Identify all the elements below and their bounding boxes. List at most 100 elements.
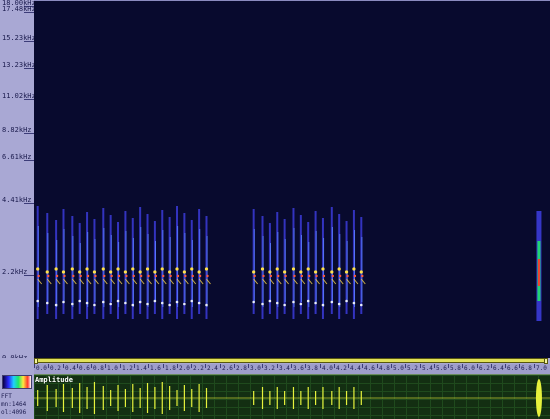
call-peak (260, 267, 265, 271)
call-harmonic (352, 301, 356, 305)
amplitude-panel[interactable]: Amplitude (34, 374, 550, 419)
call-harmonic (283, 303, 286, 307)
time-tick (48, 364, 49, 368)
time-label: 2.8 (236, 365, 247, 372)
time-tick (405, 364, 406, 368)
call-hot (322, 274, 326, 278)
time-tick (234, 364, 235, 368)
waveform-canvas (34, 379, 550, 417)
horizontal-scrollbar[interactable] (34, 358, 548, 364)
min-value: mn:1464 (1, 401, 27, 408)
call-peak (168, 270, 172, 274)
call-hot (191, 274, 194, 278)
time-label: 1.2 (122, 365, 133, 372)
time-label: 0.0 (36, 365, 47, 372)
time-label: 1.4 (136, 365, 147, 372)
call-hot (139, 274, 143, 278)
time-tick (77, 364, 78, 368)
time-tick (63, 364, 64, 368)
time-tick (177, 364, 178, 368)
call-hot (284, 274, 287, 278)
call-peak (204, 267, 209, 271)
call-harmonic (252, 300, 255, 304)
call-peak (283, 270, 287, 274)
call-hot (94, 274, 97, 278)
call-peak (160, 267, 164, 271)
time-tick (134, 364, 135, 368)
time-tick (277, 364, 278, 368)
time-label: 3.2 (264, 365, 275, 372)
call-hot (37, 274, 40, 278)
call-harmonic (116, 299, 120, 303)
frequency-tick (24, 133, 34, 134)
call-hot (269, 274, 273, 278)
time-tick (505, 364, 506, 368)
call-peak (138, 270, 142, 274)
time-tick (220, 364, 221, 368)
time-tick (362, 364, 363, 368)
call-peak (131, 267, 135, 271)
call-hot (361, 274, 364, 278)
time-tick (163, 364, 164, 368)
frequency-tick (24, 99, 34, 100)
call-peak (344, 270, 349, 274)
time-tick (377, 364, 378, 368)
time-label: 1.0 (107, 365, 118, 372)
call-peak (123, 270, 128, 274)
call-harmonic (175, 300, 179, 304)
frequency-tick (24, 160, 34, 161)
call-harmonic (93, 303, 96, 307)
color-palette-swatch[interactable] (2, 375, 32, 389)
call-peak (109, 270, 113, 274)
time-label: 6.0 (464, 365, 475, 372)
call-peak (197, 270, 201, 274)
time-label: 5.8 (450, 365, 461, 372)
call-harmonic (124, 301, 127, 305)
time-tick (34, 364, 35, 368)
time-tick (491, 364, 492, 368)
time-label: 6.8 (521, 365, 532, 372)
time-tick (105, 364, 106, 368)
time-label: 4.0 (322, 365, 333, 372)
call-hot (86, 274, 90, 278)
call-harmonic (190, 299, 194, 303)
call-harmonic (314, 301, 317, 305)
call-harmonic (146, 302, 149, 306)
call-peak (153, 270, 157, 274)
time-label: 5.2 (407, 365, 418, 372)
call-harmonic (197, 301, 201, 305)
call-hot (79, 274, 82, 278)
time-label: 0.8 (93, 365, 104, 372)
call-hot (63, 274, 66, 278)
call-harmonic (36, 299, 39, 303)
call-harmonic (292, 300, 295, 304)
call-peak (182, 270, 186, 274)
time-label: 2.0 (179, 365, 190, 372)
spectrogram-canvas (36, 206, 542, 321)
call-peak (145, 267, 150, 271)
time-label: 0.2 (50, 365, 61, 372)
call-harmonic (85, 301, 89, 305)
time-tick (120, 364, 121, 368)
time-label: 7.0 (536, 365, 547, 372)
call-peak (352, 267, 356, 271)
time-tick (305, 364, 306, 368)
call-hot (331, 274, 335, 278)
status-panel: FFT mn:1464 ol:4096 (0, 374, 34, 418)
call-peak (330, 270, 334, 274)
time-tick (477, 364, 478, 368)
fft-label: FFT (1, 393, 12, 400)
time-label: 1.6 (150, 365, 161, 372)
call-harmonic (337, 302, 341, 306)
time-label: 1.8 (165, 365, 176, 372)
call-peak (321, 267, 325, 271)
time-label: 4.2 (336, 365, 347, 372)
call-hot (198, 274, 202, 278)
time-label: 6.2 (479, 365, 490, 372)
spectrogram-view[interactable] (34, 0, 550, 359)
time-label: 3.0 (250, 365, 261, 372)
time-tick (291, 364, 292, 368)
call-hot (169, 274, 172, 278)
call-peak (78, 270, 82, 274)
call-hot (110, 274, 113, 278)
